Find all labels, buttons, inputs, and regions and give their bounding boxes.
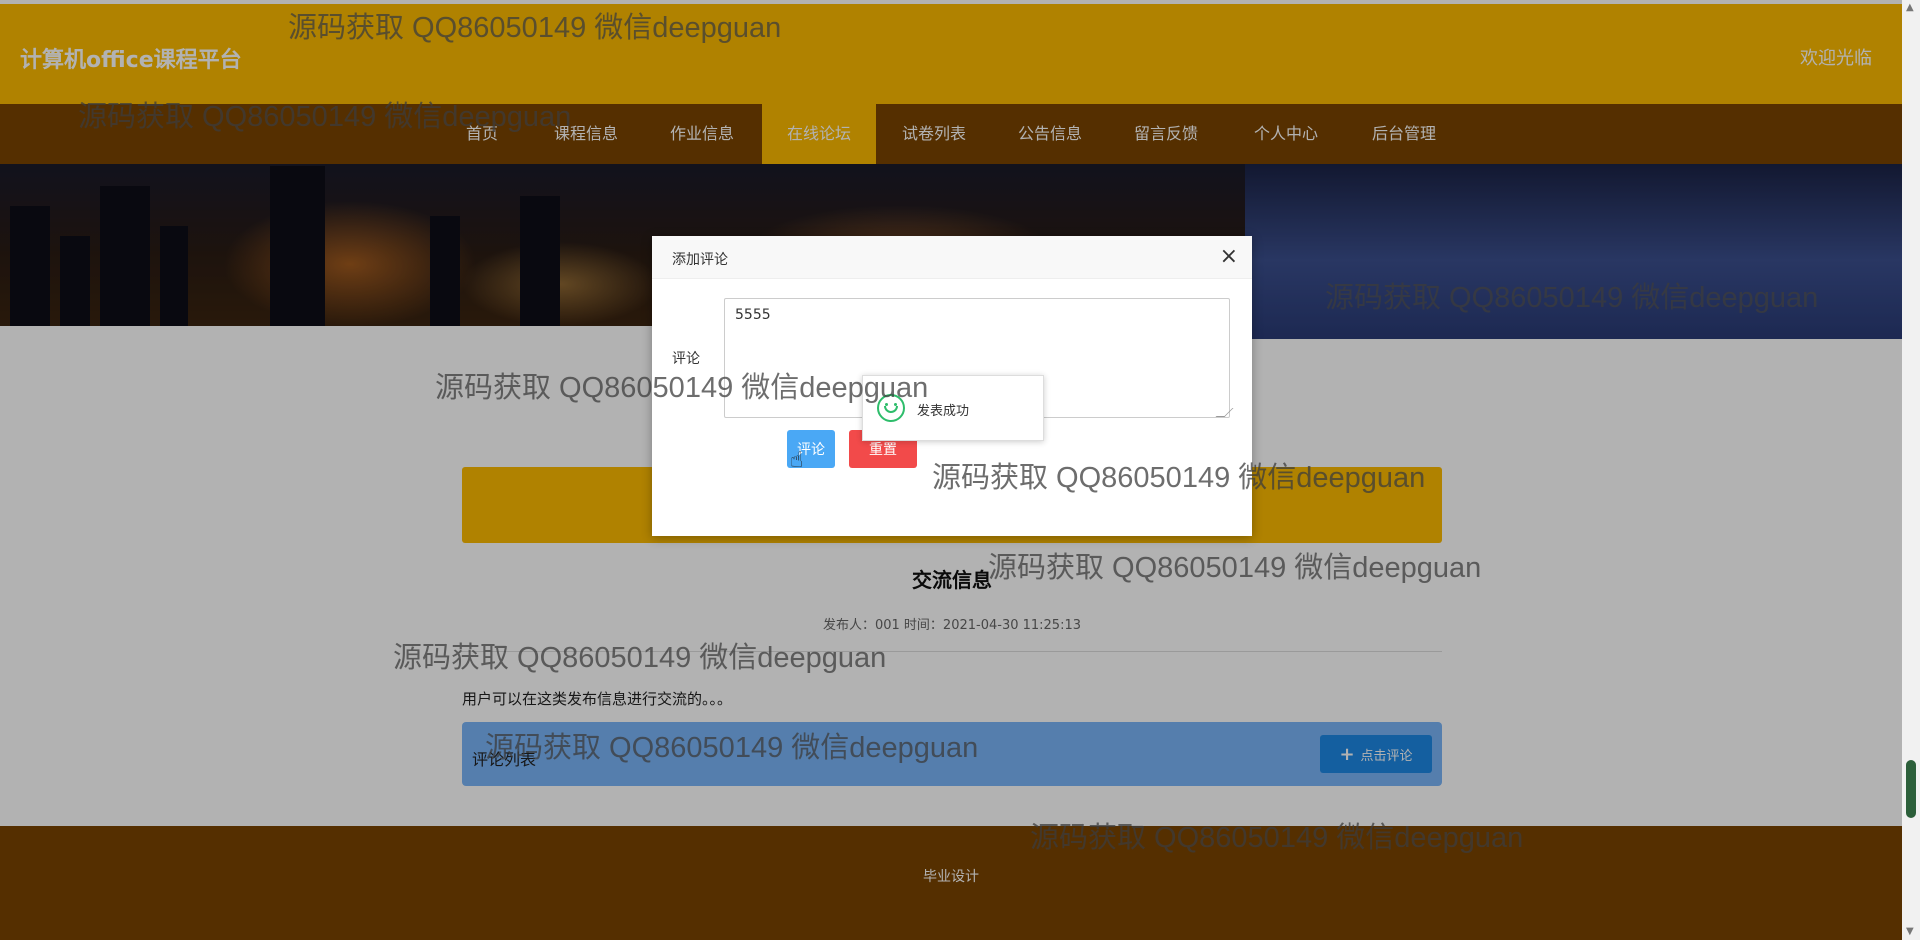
watermark: 源码获取 QQ86050149 微信deepguan — [393, 642, 887, 674]
close-icon[interactable]: × — [1220, 244, 1238, 269]
scroll-thumb[interactable] — [1906, 760, 1916, 818]
watermark: 源码获取 QQ86050149 微信deepguan — [288, 12, 782, 44]
scroll-up-icon[interactable]: ▲ — [1906, 2, 1914, 13]
scroll-down-icon[interactable]: ▼ — [1906, 926, 1914, 937]
watermark: 源码获取 QQ86050149 微信deepguan — [988, 552, 1482, 584]
watermark: 源码获取 QQ86050149 微信deepguan — [78, 101, 572, 133]
watermark: 源码获取 QQ86050149 微信deepguan — [1325, 282, 1819, 314]
watermark: 源码获取 QQ86050149 微信deepguan — [1030, 822, 1524, 854]
watermark: 源码获取 QQ86050149 微信deepguan — [485, 732, 979, 764]
dialog-title: 添加评论 — [672, 252, 728, 268]
dialog-header: 添加评论 × — [652, 236, 1252, 279]
watermark: 源码获取 QQ86050149 微信deepguan — [435, 372, 929, 404]
watermark: 源码获取 QQ86050149 微信deepguan — [932, 462, 1426, 494]
page-scrollbar[interactable]: ▲ ▼ — [1902, 0, 1920, 940]
hand-cursor-icon: ☝ — [790, 448, 804, 473]
page: 计算机office课程平台 欢迎光临 首页 课程信息 作业信息 在线论坛 试卷列… — [0, 0, 1902, 940]
